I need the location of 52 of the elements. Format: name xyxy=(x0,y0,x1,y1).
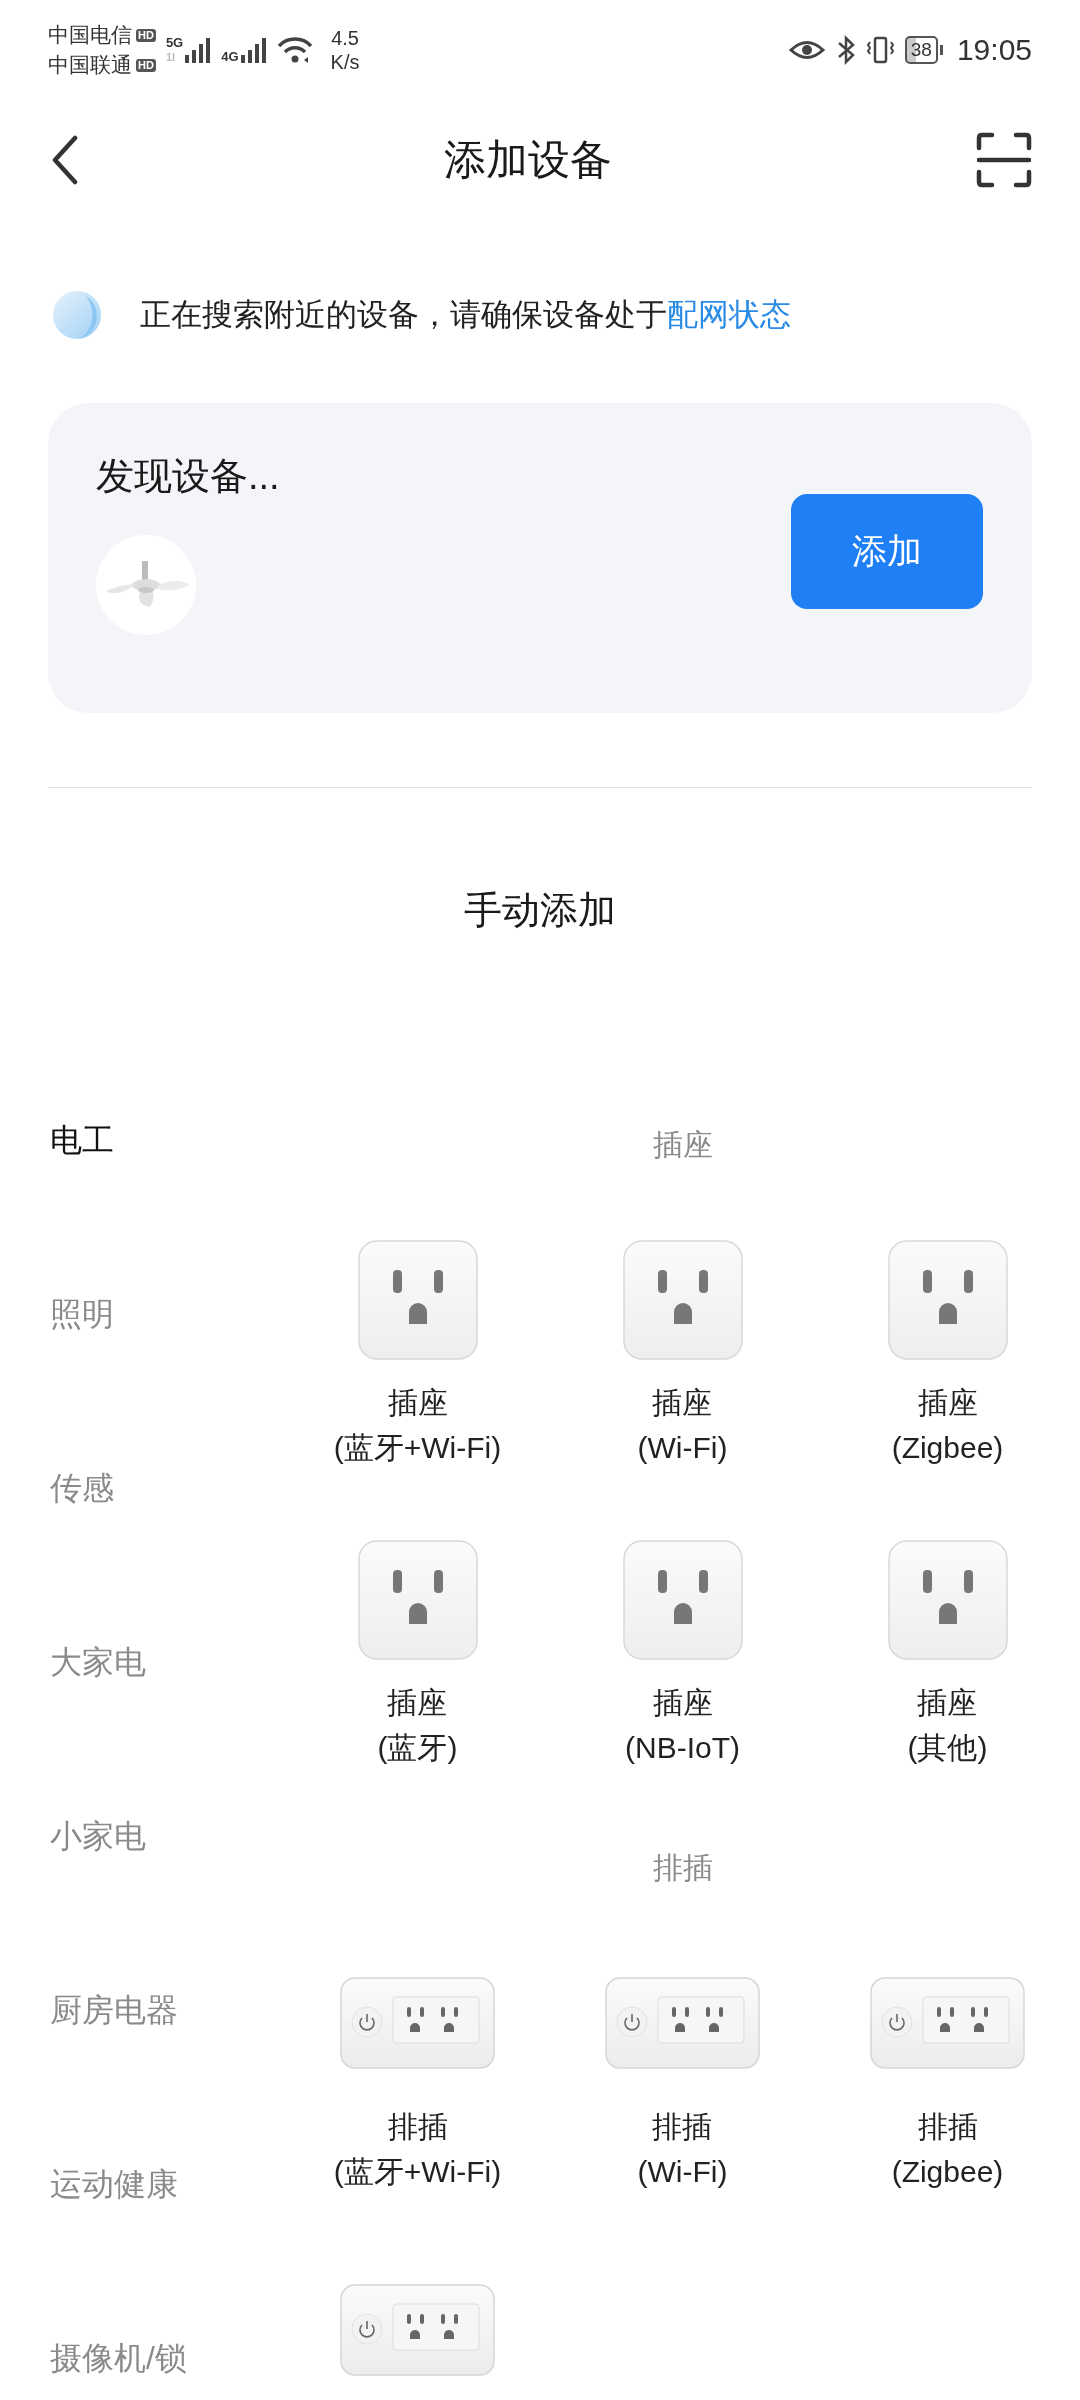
category-item[interactable]: 传感 xyxy=(0,1468,285,1642)
socket-icon xyxy=(357,1540,478,1660)
back-icon[interactable] xyxy=(50,135,80,185)
hd-badge: HD xyxy=(136,58,156,72)
discovered-title: 发现设备... xyxy=(96,454,280,499)
device-type-label: 插座 (Zigbee) xyxy=(891,1385,1004,1466)
power-strip-icon xyxy=(605,1977,760,2069)
carrier-name: 中国联通 xyxy=(48,52,132,78)
device-type-label: 排插 (蓝牙+Wi-Fi) xyxy=(333,2109,502,2190)
network-label: 5G xyxy=(165,36,184,50)
category-item[interactable]: 运动健康 xyxy=(0,2164,285,2338)
socket-icon xyxy=(622,1540,743,1660)
subcategory-title: 排插 xyxy=(651,1850,714,1886)
socket-icon xyxy=(887,1240,1008,1360)
signal-icon xyxy=(185,37,212,64)
scan-icon[interactable] xyxy=(976,132,1032,188)
subcategory-title: 插座 xyxy=(651,1127,714,1163)
device-type-label: 插座 (其他) xyxy=(907,1685,988,1766)
network-speed: 4.5 xyxy=(331,26,359,50)
device-type-label: 插座 (NB-IoT) xyxy=(625,1685,740,1766)
category-item[interactable]: 厨房电器 xyxy=(0,1990,285,2164)
add-button[interactable]: 添加 xyxy=(791,493,983,609)
loading-spinner-icon xyxy=(52,290,102,340)
device-type-label: 插座 (蓝牙+Wi-Fi) xyxy=(333,1385,502,1466)
search-status-text: 正在搜索附近的设备，请确保设备处于配网状态 xyxy=(140,296,791,334)
socket-icon xyxy=(622,1240,743,1360)
power-strip-icon xyxy=(340,2284,495,2376)
category-item[interactable]: 电工 xyxy=(0,1120,285,1294)
hd-badge: HD xyxy=(136,28,156,42)
clock-time: 19:05 xyxy=(956,33,1032,67)
category-item[interactable]: 大家电 xyxy=(0,1642,285,1816)
socket-icon xyxy=(357,1240,478,1360)
device-type-label: 排插 (Zigbee) xyxy=(891,2109,1004,2190)
pairing-mode-link[interactable]: 配网状态 xyxy=(667,297,791,332)
device-type-label: 插座 (Wi-Fi) xyxy=(637,1385,728,1466)
signal-icon xyxy=(240,36,267,64)
device-type-label: 排插 (Wi-Fi) xyxy=(637,2109,728,2190)
carrier-name: 中国电信 xyxy=(48,22,132,48)
vibrate-icon xyxy=(866,35,895,65)
section-title: 手动添加 xyxy=(463,888,617,933)
category-item[interactable]: 照明 xyxy=(0,1294,285,1468)
socket-icon xyxy=(887,1540,1008,1660)
speed-unit: K/s xyxy=(330,50,360,74)
category-item[interactable]: 小家电 xyxy=(0,1816,285,1990)
power-strip-icon xyxy=(340,1977,495,2069)
network-label: 1l xyxy=(165,50,177,64)
category-item[interactable]: 摄像机/锁 xyxy=(0,2338,285,2378)
page-title: 添加设备 xyxy=(444,135,612,185)
wifi-icon xyxy=(276,36,315,64)
network-label: 4G xyxy=(221,49,239,64)
device-type-label: 插座 (蓝牙) xyxy=(377,1685,458,1766)
power-strip-icon xyxy=(870,1977,1025,2069)
